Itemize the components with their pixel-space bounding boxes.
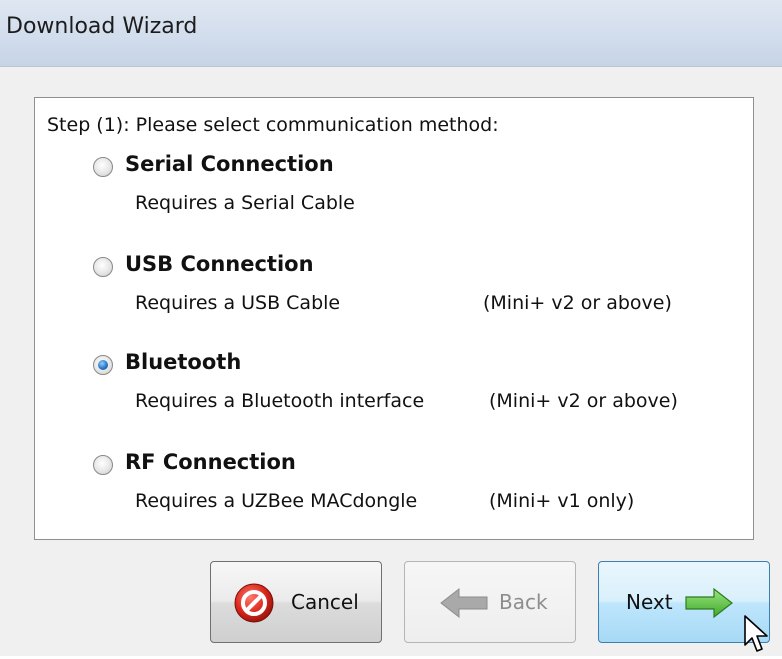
option-version-note: (Mini+ v2 or above) <box>483 292 672 314</box>
cancel-icon <box>233 582 275 629</box>
option-title[interactable]: Bluetooth <box>125 350 241 374</box>
cancel-button[interactable]: Cancel <box>210 561 382 643</box>
option-title[interactable]: RF Connection <box>125 450 296 474</box>
back-arrow-icon <box>439 586 489 625</box>
download-wizard-window: Download Wizard Step (1): Please select … <box>0 0 782 656</box>
step-instruction: Step (1): Please select communication me… <box>47 114 499 136</box>
cancel-label: Cancel <box>291 590 359 614</box>
title-bar[interactable]: Download Wizard <box>0 0 782 67</box>
option-description: Requires a Bluetooth interface <box>135 390 425 412</box>
wizard-body: Step (1): Please select communication me… <box>0 67 782 656</box>
window-title: Download Wizard <box>6 14 198 39</box>
option-version-note: (Mini+ v1 only) <box>489 490 635 512</box>
back-button[interactable]: Back <box>404 561 576 643</box>
option-version-note: (Mini+ v2 or above) <box>489 390 678 412</box>
rf-connection-radio[interactable] <box>93 455 113 475</box>
bluetooth-radio[interactable] <box>93 355 113 375</box>
back-label: Back <box>499 590 548 614</box>
next-label: Next <box>626 590 673 614</box>
option-description: Requires a Serial Cable <box>135 192 355 214</box>
usb-connection-radio[interactable] <box>93 257 113 277</box>
option-title[interactable]: Serial Connection <box>125 152 334 176</box>
communication-method-panel: Step (1): Please select communication me… <box>34 97 754 540</box>
next-arrow-icon <box>684 586 734 625</box>
mouse-cursor-icon <box>744 615 772 659</box>
option-description: Requires a UZBee MACdongle <box>135 490 418 512</box>
option-description: Requires a USB Cable <box>135 292 341 314</box>
option-title[interactable]: USB Connection <box>125 252 314 276</box>
serial-connection-radio[interactable] <box>93 157 113 177</box>
